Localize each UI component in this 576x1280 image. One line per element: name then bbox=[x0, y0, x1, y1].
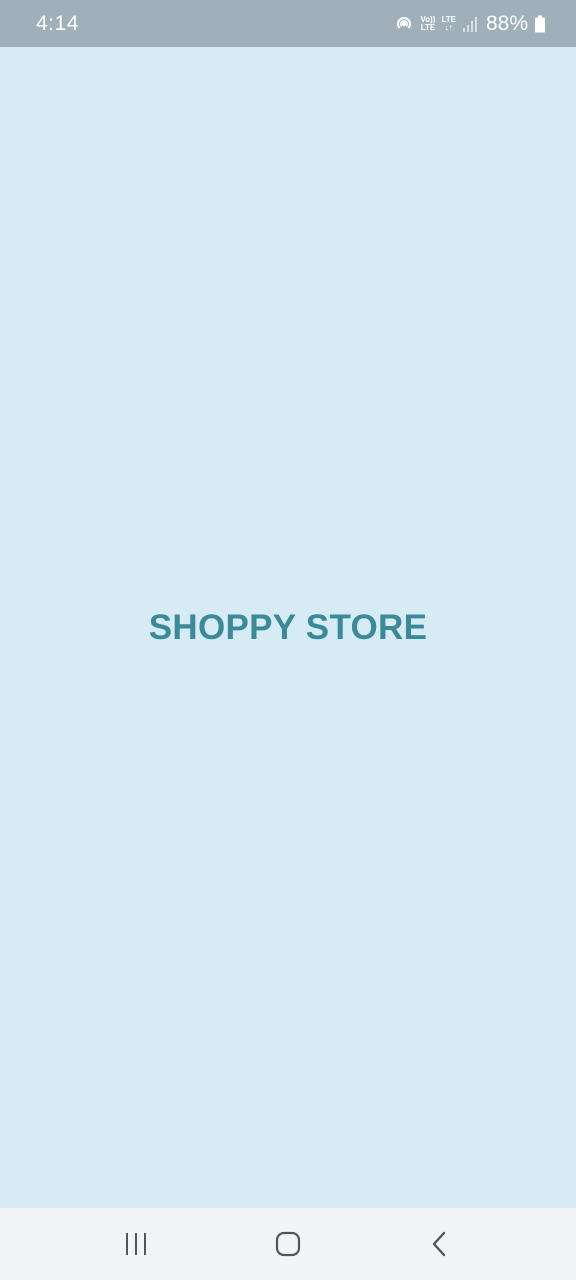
lte-bottom-label: ↓↑ bbox=[444, 22, 453, 32]
back-button[interactable] bbox=[410, 1214, 470, 1274]
status-icons: Vo)) LTE LTE ↓↑ 88% bbox=[394, 12, 546, 36]
lte-data-icon: LTE ↓↑ bbox=[441, 15, 456, 32]
signal-icon bbox=[462, 15, 480, 33]
recent-apps-button[interactable] bbox=[106, 1214, 166, 1274]
volte-bottom-label: LTE bbox=[420, 22, 436, 32]
splash-content: SHOPPY STORE bbox=[0, 47, 576, 1208]
hotspot-icon bbox=[394, 14, 414, 34]
navigation-bar bbox=[0, 1208, 576, 1280]
recent-apps-icon bbox=[126, 1233, 146, 1255]
home-button[interactable] bbox=[258, 1214, 318, 1274]
battery-icon bbox=[534, 15, 546, 33]
volte-icon: Vo)) LTE bbox=[420, 15, 436, 32]
back-icon bbox=[432, 1231, 446, 1257]
splash-screen: 4:14 Vo)) LTE LTE ↓↑ 88% SHOPPY STORE bbox=[0, 0, 576, 1280]
app-title: SHOPPY STORE bbox=[148, 607, 428, 647]
home-icon bbox=[275, 1231, 301, 1257]
status-bar: 4:14 Vo)) LTE LTE ↓↑ 88% bbox=[0, 0, 576, 47]
battery-percent: 88% bbox=[485, 11, 528, 35]
status-time: 4:14 bbox=[36, 11, 79, 35]
